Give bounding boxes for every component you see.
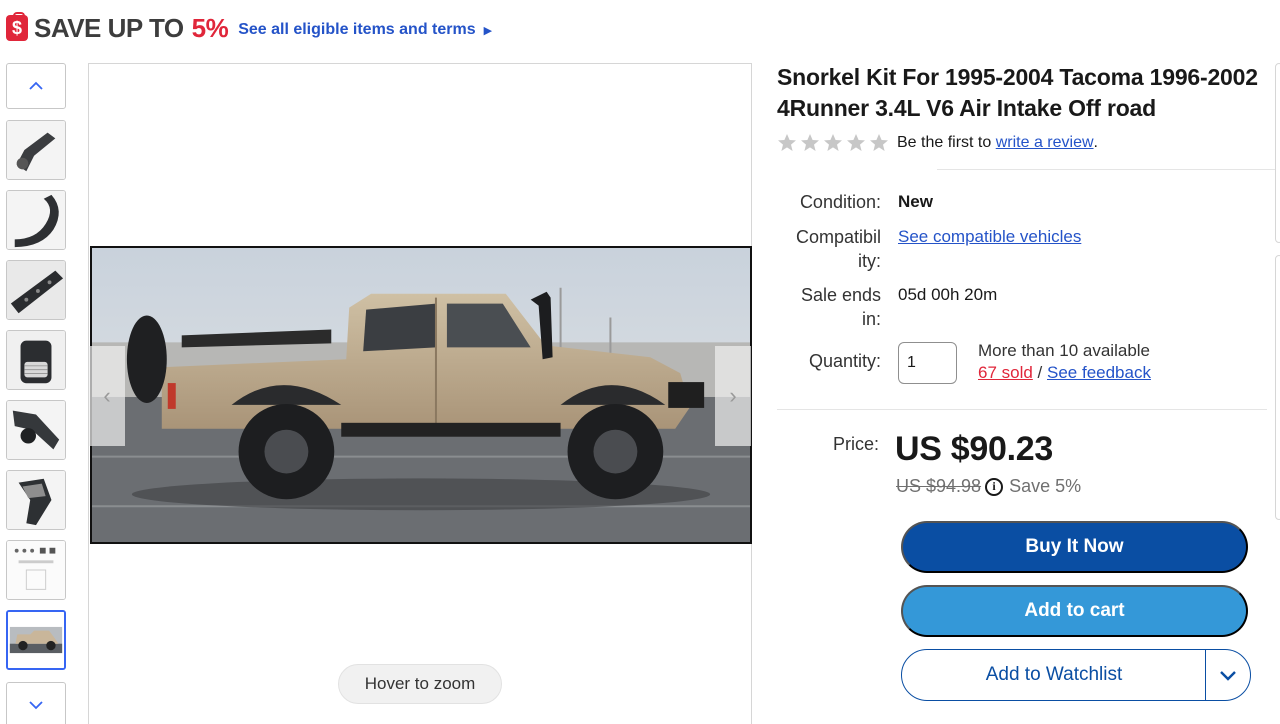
divider xyxy=(777,409,1267,410)
buy-it-now-button[interactable]: Buy It Now xyxy=(901,521,1248,573)
listing-title: Snorkel Kit For 1995-2004 Tacoma 1996-20… xyxy=(777,64,1258,121)
star-icon xyxy=(870,134,888,151)
thumbnail-snorkel-angle[interactable] xyxy=(6,120,66,180)
sale-ends-label: Sale ends in: xyxy=(771,283,881,331)
see-feedback-link[interactable]: See feedback xyxy=(1047,363,1151,382)
sale-ends-label-line2: in: xyxy=(861,309,881,329)
availability-info: More than 10 available 67 sold / See fee… xyxy=(978,340,1151,384)
price-value: US $90.23 xyxy=(895,430,1053,468)
compatibility-label: Compatibil ity: xyxy=(771,225,881,273)
promo-terms-link[interactable]: See all eligible items and terms xyxy=(238,21,475,39)
rating-row: Be the first to write a review. xyxy=(777,133,1098,153)
savings-text: Save 5% xyxy=(1009,476,1082,496)
condition-value: New xyxy=(898,192,933,211)
quantity-input[interactable] xyxy=(898,342,957,384)
price-label: Price: xyxy=(832,434,879,454)
sold-separator: / xyxy=(1032,363,1047,382)
chevron-right-icon: › xyxy=(729,383,737,408)
thumbnail-hardware-kit[interactable] xyxy=(6,540,66,600)
available-count: More than 10 available xyxy=(978,341,1151,360)
watchlist-dropdown-button[interactable] xyxy=(1206,650,1250,700)
sale-ends-value: 05d 00h 20m xyxy=(898,285,998,304)
original-price: US $94.98 xyxy=(896,476,982,496)
promo-title: SAVE UP TO xyxy=(34,12,184,43)
image-previous-button[interactable]: ‹ xyxy=(89,346,125,446)
thumbnail-truck-side-selected[interactable] xyxy=(6,610,66,670)
review-prefix: Be the first to xyxy=(897,134,992,151)
thumbnail-snorkel-curved[interactable] xyxy=(6,190,66,250)
star-icon xyxy=(824,134,842,151)
add-to-watchlist-button[interactable]: Add to Watchlist xyxy=(901,649,1251,701)
hover-to-zoom-hint: Hover to zoom xyxy=(338,664,502,704)
sold-count-link[interactable]: 67 sold xyxy=(978,363,1033,382)
thumbnail-snorkel-pipe[interactable] xyxy=(6,400,66,460)
compatibility-label-line2: ity: xyxy=(857,251,881,271)
sale-ends-label-line1: Sale ends xyxy=(800,285,881,305)
side-panel-edge xyxy=(1275,63,1280,243)
main-image-viewer[interactable]: ‹ › Hover to zoom xyxy=(88,63,752,724)
promo-percent: 5% xyxy=(191,12,229,43)
chevron-down-icon xyxy=(29,701,43,710)
condition-label: Condition: xyxy=(799,192,881,212)
chevron-up-icon xyxy=(29,81,43,90)
thumbnails-scroll-down-button[interactable] xyxy=(6,682,66,724)
thumbnails-scroll-up-button[interactable] xyxy=(6,63,66,109)
thumbnail-snorkel-bracket[interactable] xyxy=(6,260,66,320)
image-next-button[interactable]: › xyxy=(715,346,751,446)
write-review-link[interactable]: write a review xyxy=(996,134,1094,152)
review-suffix: . xyxy=(1093,134,1098,151)
chevron-down-icon xyxy=(1220,671,1236,681)
add-to-cart-button[interactable]: Add to cart xyxy=(901,585,1248,637)
star-icon xyxy=(778,134,796,151)
chevron-left-icon: ‹ xyxy=(103,383,111,408)
play-arrow-icon[interactable]: ▶ xyxy=(484,24,492,37)
original-price-row: US $94.98 i Save 5% xyxy=(896,476,1081,497)
price-tag-icon: $ xyxy=(6,12,28,41)
info-icon[interactable]: i xyxy=(985,477,1004,496)
star-icon xyxy=(801,134,819,151)
compatibility-label-line1: Compatibil xyxy=(795,227,881,247)
promo-banner: $ SAVE UP TO 5% See all eligible items a… xyxy=(6,12,492,44)
star-icon xyxy=(847,134,865,151)
side-panel-edge xyxy=(1275,255,1280,520)
thumbnail-snorkel-head[interactable] xyxy=(6,330,66,390)
see-compatible-vehicles-link[interactable]: See compatible vehicles xyxy=(898,225,1081,249)
product-photo-truck xyxy=(90,246,752,544)
quantity-label: Quantity: xyxy=(808,351,881,371)
star-rating[interactable] xyxy=(777,133,889,153)
thumbnail-snorkel-intake[interactable] xyxy=(6,470,66,530)
divider xyxy=(937,169,1275,170)
